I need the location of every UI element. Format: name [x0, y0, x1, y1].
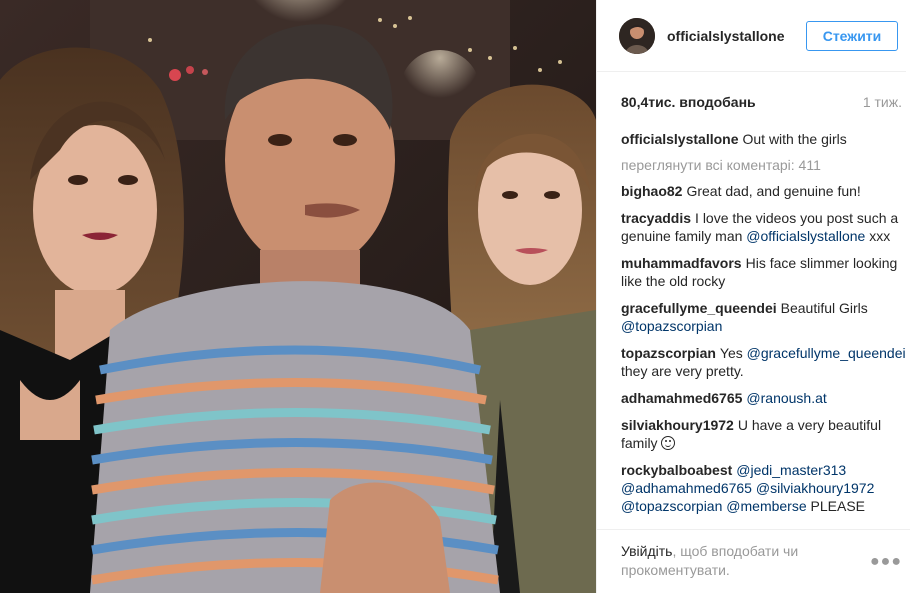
view-all-comments-link[interactable]: переглянути всі коментарі: 411 — [621, 157, 906, 173]
comment-item: topazscorpian Yes @gracefullyme_queendei … — [621, 344, 906, 380]
comment-author[interactable]: tracyaddis — [621, 210, 691, 226]
comment-author[interactable]: muhammadfavors — [621, 255, 742, 271]
comment-text: Great dad, and genuine fun! — [686, 183, 861, 199]
smile-emoji-icon — [661, 436, 676, 450]
comment-text: they are very pretty. — [621, 363, 744, 379]
mention-link[interactable]: @jedi_master313 — [736, 462, 846, 478]
comment-text: xxx — [865, 228, 891, 244]
username-link[interactable]: officialslystallone — [667, 28, 806, 44]
comment-text: Yes — [719, 345, 747, 361]
caption-text: Out with the girls — [742, 131, 847, 147]
comment-item: tracyaddis I love the videos you post suc… — [621, 209, 906, 245]
ellipsis-icon[interactable]: ●●● — [870, 552, 902, 571]
comment-author[interactable]: topazscorpian — [621, 345, 716, 361]
comment-author[interactable]: silviakhoury1972 — [621, 417, 734, 433]
comment-item: adhamahmed6765 @ranoush.at — [621, 389, 906, 407]
mention-link[interactable]: @memberse — [726, 498, 806, 514]
follow-button[interactable]: Стежити — [806, 20, 898, 51]
mention-link[interactable]: @topazscorpian — [621, 498, 722, 514]
post-sidebar: officialslystallone Стежити 80,4тис. впо… — [596, 0, 914, 593]
comment-item: gracefullyme_queendei Beautiful Girls @to… — [621, 299, 906, 335]
comment-item: muhammadfavors His face slimmer looking l… — [621, 254, 906, 290]
comments-list: officialslystallone Out with the girls пе… — [597, 130, 914, 530]
mention-link[interactable]: @adhamahmed6765 — [621, 480, 752, 496]
comment-author[interactable]: bighao82 — [621, 183, 682, 199]
comment-item: bighao82 Great dad, and genuine fun! — [621, 182, 906, 200]
mention-link[interactable]: @ranoush.at — [746, 390, 826, 406]
login-link[interactable]: Увійдіть — [621, 543, 672, 559]
comment-text: PLEASE — [806, 498, 866, 514]
instagram-post: officialslystallone Стежити 80,4тис. впо… — [0, 0, 914, 593]
mention-link[interactable]: @topazscorpian — [621, 318, 722, 334]
post-header: officialslystallone Стежити — [597, 0, 906, 72]
comment-text: Beautiful Girls — [780, 300, 868, 316]
login-prompt: Увійдіть, щоб вподобати чи прокоментуват… — [597, 529, 910, 593]
comment-author[interactable]: rockybalboabest — [621, 462, 732, 478]
caption: officialslystallone Out with the girls — [621, 130, 906, 148]
photo-illustration — [0, 0, 596, 593]
mention-link[interactable]: @silviakhoury1972 — [756, 480, 875, 496]
comment-item: rockybalboabest @jedi_master313 @adhamahm… — [621, 461, 906, 515]
likes-count[interactable]: 80,4тис. вподобань — [621, 94, 756, 110]
comment-item: silviakhoury1972 U have a very beautiful … — [621, 416, 906, 452]
avatar-photo — [619, 17, 655, 54]
mention-link[interactable]: @gracefullyme_queendei — [747, 345, 906, 361]
post-photo[interactable] — [0, 0, 596, 593]
avatar[interactable] — [619, 17, 655, 54]
comment-author[interactable]: adhamahmed6765 — [621, 390, 742, 406]
caption-author[interactable]: officialslystallone — [621, 131, 738, 147]
post-time[interactable]: 1 тиж. — [863, 94, 902, 110]
comment-author[interactable]: gracefullyme_queendei — [621, 300, 777, 316]
post-meta: 80,4тис. вподобань 1 тиж. — [597, 72, 914, 132]
mention-link[interactable]: @officialslystallone — [746, 228, 865, 244]
